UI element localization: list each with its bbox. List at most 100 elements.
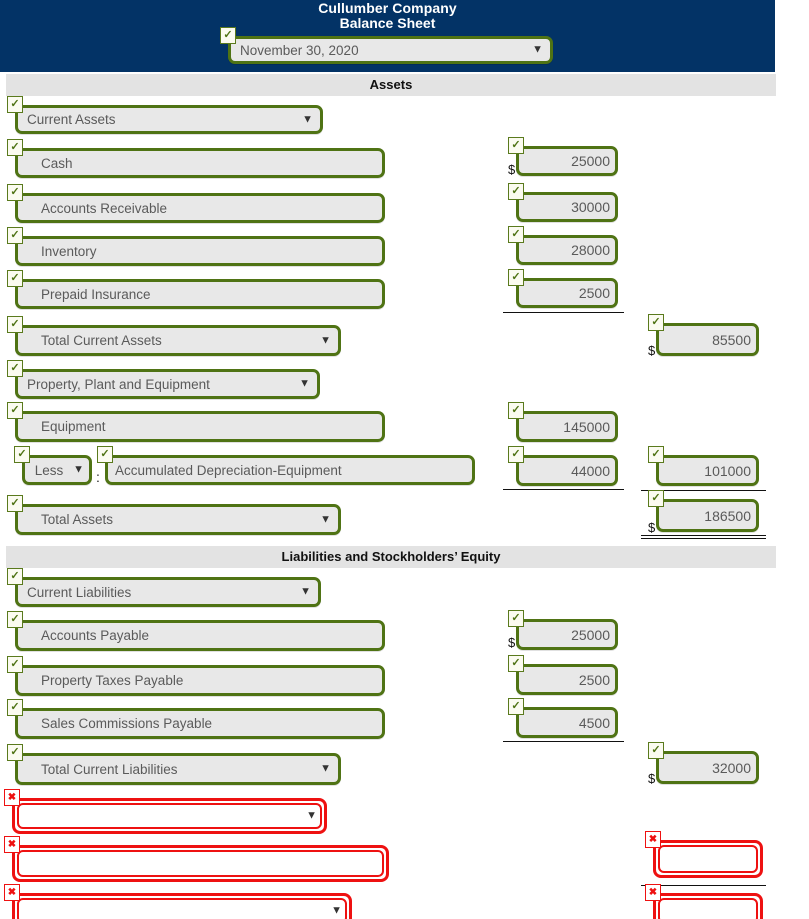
valid-check-icon: ✓ <box>7 227 23 244</box>
valid-check-icon: ✓ <box>7 611 23 628</box>
row-prepaid-insurance-amount[interactable]: ✓ 2500 <box>508 269 618 308</box>
chevron-down-icon: ▼ <box>320 513 331 525</box>
valid-check-icon: ✓ <box>7 744 23 761</box>
row-current-assets-group[interactable]: ✓ Current Assets ▼ <box>7 96 323 134</box>
valid-check-icon: ✓ <box>648 446 664 463</box>
row-accumulated-depreciation-label[interactable]: ✓ Accumulated Depreciation-Equipment <box>97 446 475 485</box>
amount-value <box>653 840 763 878</box>
error-cross-icon: ✖ <box>645 831 661 848</box>
amount-value <box>653 893 763 919</box>
row-label <box>12 845 389 882</box>
row-inventory-amount[interactable]: ✓ 28000 <box>508 226 618 265</box>
valid-check-icon: ✓ <box>220 27 236 44</box>
row-blank-account-label[interactable]: ✖ <box>4 836 389 882</box>
row-total-assets-amount[interactable]: ✓ 186500 <box>648 490 759 532</box>
chevron-down-icon: ▼ <box>331 904 342 917</box>
amount-value: 32000 <box>712 759 751 776</box>
row-label: Current Liabilities <box>27 584 132 600</box>
row-accounts-receivable-amount[interactable]: ✓ 30000 <box>508 183 618 222</box>
error-cross-icon: ✖ <box>4 884 20 901</box>
row-label <box>12 798 327 834</box>
date-select[interactable]: ✓ November 30, 2020 ▼ <box>220 27 553 64</box>
valid-check-icon: ✓ <box>7 270 23 287</box>
row-label: Accumulated Depreciation-Equipment <box>115 462 342 478</box>
row-equipment-amount[interactable]: ✓ 145000 <box>508 402 618 442</box>
row-property-taxes-payable-label[interactable]: ✓ Property Taxes Payable <box>7 656 385 696</box>
subtotal-rule <box>503 741 624 742</box>
row-ppe-group[interactable]: ✓ Property, Plant and Equipment ▼ <box>7 360 320 399</box>
amount-value: 25000 <box>571 153 610 169</box>
row-cash-amount[interactable]: ✓ 25000 <box>508 137 618 176</box>
chevron-down-icon: ▼ <box>320 762 331 775</box>
amount-value: 2500 <box>578 671 610 688</box>
valid-check-icon: ✓ <box>508 655 524 672</box>
row-blank-account-amount[interactable]: ✖ <box>645 831 763 878</box>
row-cash-label[interactable]: ✓ Cash <box>7 139 385 178</box>
row-total-assets[interactable]: ✓ Total Assets ▼ <box>7 495 341 535</box>
valid-check-icon: ✓ <box>97 446 113 463</box>
valid-check-icon: ✓ <box>508 137 524 154</box>
chevron-down-icon: ▼ <box>532 43 543 56</box>
dollar-sign: $ <box>648 520 656 535</box>
row-label: Accounts Receivable <box>41 200 168 216</box>
valid-check-icon: ✓ <box>14 446 30 463</box>
row-inventory-label[interactable]: ✓ Inventory <box>7 227 385 266</box>
row-equipment-label[interactable]: ✓ Equipment <box>7 402 385 442</box>
valid-check-icon: ✓ <box>7 656 23 673</box>
row-total-current-liabilities-amount[interactable]: ✓ 32000 <box>648 742 759 784</box>
row-label: Total Current Liabilities <box>41 761 178 777</box>
row-total-current-assets-amount[interactable]: ✓ 85500 <box>648 314 759 356</box>
valid-check-icon: ✓ <box>508 610 524 627</box>
row-sales-commissions-payable-amount[interactable]: ✓ 4500 <box>508 698 618 738</box>
row-sales-commissions-payable-label[interactable]: ✓ Sales Commissions Payable <box>7 699 385 739</box>
row-blank-group-select[interactable]: ✖ ▼ <box>4 789 327 834</box>
row-label: Sales Commissions Payable <box>41 716 213 731</box>
valid-check-icon: ✓ <box>7 402 23 419</box>
subtotal-rule <box>503 489 624 490</box>
valid-check-icon: ✓ <box>7 96 23 113</box>
row-net-equipment-amount[interactable]: ✓ 101000 <box>648 446 759 486</box>
valid-check-icon: ✓ <box>7 139 23 156</box>
valid-check-icon: ✓ <box>508 402 524 419</box>
chevron-down-icon: ▼ <box>320 334 331 346</box>
row-total-current-liabilities[interactable]: ✓ Total Current Liabilities ▼ <box>7 744 341 785</box>
row-less-select[interactable]: ✓ Less ▼ <box>14 446 92 485</box>
row-prepaid-insurance-label[interactable]: ✓ Prepaid Insurance <box>7 270 385 309</box>
amount-value: 4500 <box>578 714 610 731</box>
section-header-assets: Assets <box>6 74 776 96</box>
statement-title: Balance Sheet <box>339 15 436 31</box>
valid-check-icon: ✓ <box>508 226 524 243</box>
row-label: Inventory <box>41 243 97 259</box>
row-current-liabilities-group[interactable]: ✓ Current Liabilities ▼ <box>7 568 321 607</box>
chevron-down-icon: ▼ <box>73 463 84 476</box>
subtotal-rule <box>503 312 624 313</box>
date-select-value: November 30, 2020 <box>240 42 359 58</box>
row-property-taxes-payable-amount[interactable]: ✓ 2500 <box>508 655 618 695</box>
section-header-liabilities-equity: Liabilities and Stockholders’ Equity <box>6 546 776 568</box>
row-total-current-assets[interactable]: ✓ Total Current Assets ▼ <box>7 316 341 356</box>
row-label: Accounts Payable <box>41 628 150 643</box>
chevron-down-icon: ▼ <box>302 113 313 125</box>
row-accounts-payable-amount[interactable]: ✓ 25000 <box>508 610 618 650</box>
balance-sheet-form: Cullumber Company Balance Sheet ✓ Novemb… <box>0 0 809 919</box>
row-label: Total Current Assets <box>41 333 162 348</box>
dollar-sign: $ <box>508 635 516 650</box>
error-cross-icon: ✖ <box>4 836 20 853</box>
valid-check-icon: ✓ <box>508 269 524 286</box>
error-cross-icon: ✖ <box>4 789 20 806</box>
amount-value: 186500 <box>704 507 751 524</box>
valid-check-icon: ✓ <box>508 446 524 463</box>
amount-value: 28000 <box>571 242 610 258</box>
dollar-sign: $ <box>648 771 656 786</box>
grand-total-double-rule <box>641 535 766 539</box>
row-accounts-receivable-label[interactable]: ✓ Accounts Receivable <box>7 184 385 223</box>
row-label: Property, Plant and Equipment <box>27 376 210 392</box>
valid-check-icon: ✓ <box>7 184 23 201</box>
row-accumulated-depreciation-amount[interactable]: ✓ 44000 <box>508 446 618 486</box>
row-blank-total-amount[interactable]: ✖ <box>645 884 763 919</box>
row-blank-total-select[interactable]: ✖ ▼ <box>4 884 352 919</box>
amount-value: 145000 <box>563 418 610 435</box>
row-accounts-payable-label[interactable]: ✓ Accounts Payable <box>7 611 385 651</box>
amount-value: 30000 <box>571 199 610 215</box>
dollar-sign: $ <box>508 162 516 177</box>
